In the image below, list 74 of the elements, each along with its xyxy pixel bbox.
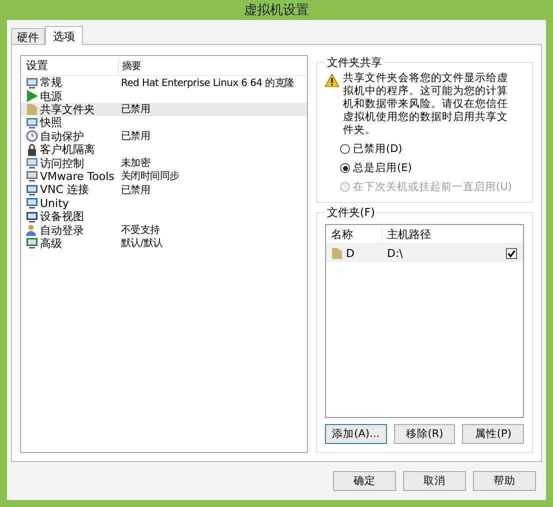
radio-button[interactable] <box>340 163 350 173</box>
settings-row[interactable]: 自动登录 不受支持 <box>21 223 307 237</box>
radio-label: 总是启用(E) <box>353 161 412 175</box>
column-header: 名称 <box>326 226 382 242</box>
warning-icon <box>325 74 339 87</box>
setting-name: 电源 <box>40 88 62 104</box>
monitor-icon <box>26 157 38 170</box>
setting-name: Unity <box>40 196 69 210</box>
dialog-button[interactable]: 确定 <box>333 471 396 491</box>
settings-row[interactable]: 自动保护 已禁用 <box>21 130 307 143</box>
setting-name: 访问控制 <box>40 156 84 171</box>
tab[interactable]: 选项 <box>45 26 83 45</box>
folder-button[interactable]: 添加(A)... <box>325 424 387 444</box>
radio-button[interactable] <box>340 144 350 154</box>
folder-name: D <box>346 246 354 260</box>
window-title: 虚拟机设置 <box>244 2 309 19</box>
settings-row[interactable]: 快照 <box>21 116 307 130</box>
user-icon <box>26 224 38 236</box>
tab[interactable]: 硬件 <box>11 28 45 44</box>
dialog-button[interactable]: 帮助 <box>473 471 536 491</box>
setting-name: VNC 连接 <box>40 182 89 198</box>
settings-row[interactable]: 共享文件夹 已禁用 <box>21 102 307 116</box>
settings-row[interactable]: 高级 默认/默认 <box>21 236 307 250</box>
settings-row[interactable]: VMware Tools 关闭时间同步 <box>21 170 307 184</box>
radio-option[interactable]: 总是启用(E) <box>340 161 524 175</box>
settings-row[interactable]: 电源 <box>21 89 307 103</box>
setting-name: 自动保护 <box>40 128 84 144</box>
settings-row[interactable]: Unity <box>21 196 307 210</box>
settings-row[interactable]: 常规 Red Hat Enterprise Linux 6 64 的克隆 <box>21 76 307 90</box>
column-header: 设置 <box>21 58 119 73</box>
setting-summary: 已禁用 <box>120 130 150 144</box>
settings-row[interactable]: VNC 连接 已禁用 <box>21 183 307 197</box>
setting-name: 自动登录 <box>40 222 84 238</box>
lock-icon <box>26 144 38 156</box>
setting-name: 高级 <box>40 236 62 251</box>
monitor-icon <box>26 210 38 223</box>
setting-name: VMware Tools <box>40 170 114 183</box>
dialog-button[interactable]: 取消 <box>403 471 466 491</box>
group-title: 文件夹(F) <box>326 205 376 220</box>
warning-text: 共享文件夹会将您的文件显示给虚拟机中的程序。这可能为您的计算机和数据带来风险。请仅在您信任虚拟机使用您的数据时启用共享文件夹。 <box>343 72 509 137</box>
setting-summary: 已禁用 <box>120 184 150 197</box>
settings-row[interactable]: 客户机隔离 <box>21 142 307 156</box>
setting-name: 客户机隔离 <box>40 142 95 158</box>
play-icon <box>26 90 38 102</box>
radio-label: 已禁用(D) <box>353 142 402 156</box>
setting-summary: 未加密 <box>120 156 150 170</box>
folder-path: D:\ <box>386 246 404 260</box>
monitor-icon <box>26 76 38 89</box>
folder-icon <box>331 247 343 259</box>
setting-name: 常规 <box>40 75 62 90</box>
folder-button[interactable]: 属性(P) <box>462 424 524 444</box>
monitor-icon <box>26 237 38 250</box>
folder-icon <box>26 103 38 116</box>
setting-summary: Red Hat Enterprise Linux 6 64 的克隆 <box>120 76 294 90</box>
setting-name: 快照 <box>40 115 62 130</box>
setting-summary: 关闭时间同步 <box>120 170 180 184</box>
settings-row[interactable]: 访问控制 未加密 <box>21 156 307 170</box>
folder-button[interactable]: 移除(R) <box>394 424 456 444</box>
setting-summary: 默认/默认 <box>120 237 163 250</box>
setting-name: 共享文件夹 <box>40 102 95 117</box>
radio-option[interactable]: 已禁用(D) <box>340 142 524 156</box>
monitor-icon <box>26 170 38 182</box>
setting-summary: 不受支持 <box>120 224 160 237</box>
monitor-icon <box>26 116 38 129</box>
clock-icon <box>26 130 38 142</box>
checkbox[interactable] <box>506 248 516 258</box>
monitor-icon <box>26 197 38 210</box>
settings-row[interactable]: 设备视图 <box>21 210 307 224</box>
column-header: 主机路径 <box>386 226 432 242</box>
setting-name: 设备视图 <box>40 210 84 224</box>
group-title: 文件夹共享 <box>326 55 383 70</box>
column-header: 摘要 <box>121 60 142 72</box>
setting-summary: 已禁用 <box>120 102 150 116</box>
monitor-icon <box>26 184 38 196</box>
